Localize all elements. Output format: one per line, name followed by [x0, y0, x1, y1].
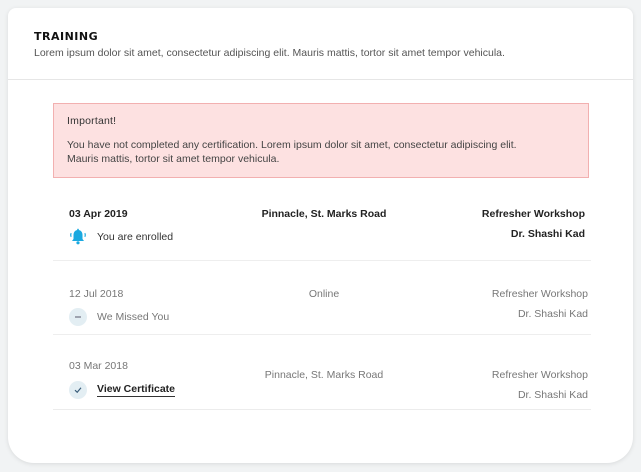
session-venue: Online [308, 288, 340, 300]
session-date: 03 Apr 2019 [69, 208, 128, 220]
session-program-block: Refresher Workshop Dr. Shashi Kad [492, 288, 588, 328]
session-program-block: Refresher Workshop Dr. Shashi Kad [482, 208, 585, 248]
session-row: 03 Apr 2019 Pinnacle, St. Marks Road Ref… [53, 191, 591, 261]
session-program: Refresher Workshop [491, 369, 588, 381]
status-text: You are enrolled [97, 231, 174, 243]
session-date: 12 Jul 2018 [69, 288, 124, 300]
alert-body: You have not completed any certification… [67, 139, 575, 166]
session-status: We Missed You [69, 308, 169, 326]
session-trainer: Dr. Shashi Kad [510, 228, 585, 240]
session-trainer: Dr. Shashi Kad [517, 389, 588, 401]
alert-line-2: Mauris mattis, tortor sit amet tempor ve… [67, 152, 280, 165]
session-program: Refresher Workshop [491, 288, 588, 300]
session-row: 12 Jul 2018 Online Refresher Workshop Dr… [53, 261, 591, 335]
view-certificate-link[interactable]: View Certificate [97, 383, 176, 397]
session-status: View Certificate [69, 381, 176, 399]
page-title: TRAINING [34, 30, 99, 43]
page-subtitle: Lorem ipsum dolor sit amet, consectetur … [34, 47, 505, 59]
session-trainer: Dr. Shashi Kad [517, 308, 588, 320]
session-program-block: Refresher Workshop Dr. Shashi Kad [492, 369, 588, 409]
session-program: Refresher Workshop [481, 208, 585, 220]
important-alert: Important! You have not completed any ce… [53, 103, 589, 178]
check-circle-icon [69, 381, 87, 399]
session-status: You are enrolled [69, 228, 173, 246]
status-text: We Missed You [97, 311, 170, 323]
session-row: 03 Mar 2018 Pinnacle, St. Marks Road Ref… [53, 335, 591, 410]
alert-line-1: You have not completed any certification… [67, 139, 517, 151]
minus-circle-icon [69, 308, 87, 326]
training-card: TRAINING Lorem ipsum dolor sit amet, con… [8, 8, 633, 463]
session-venue: Pinnacle, St. Marks Road [261, 208, 387, 220]
session-venue: Pinnacle, St. Marks Road [264, 369, 384, 381]
bell-icon [69, 228, 87, 246]
session-date: 03 Mar 2018 [69, 360, 128, 372]
alert-title: Important! [67, 115, 117, 127]
card-header: TRAINING Lorem ipsum dolor sit amet, con… [8, 8, 633, 80]
